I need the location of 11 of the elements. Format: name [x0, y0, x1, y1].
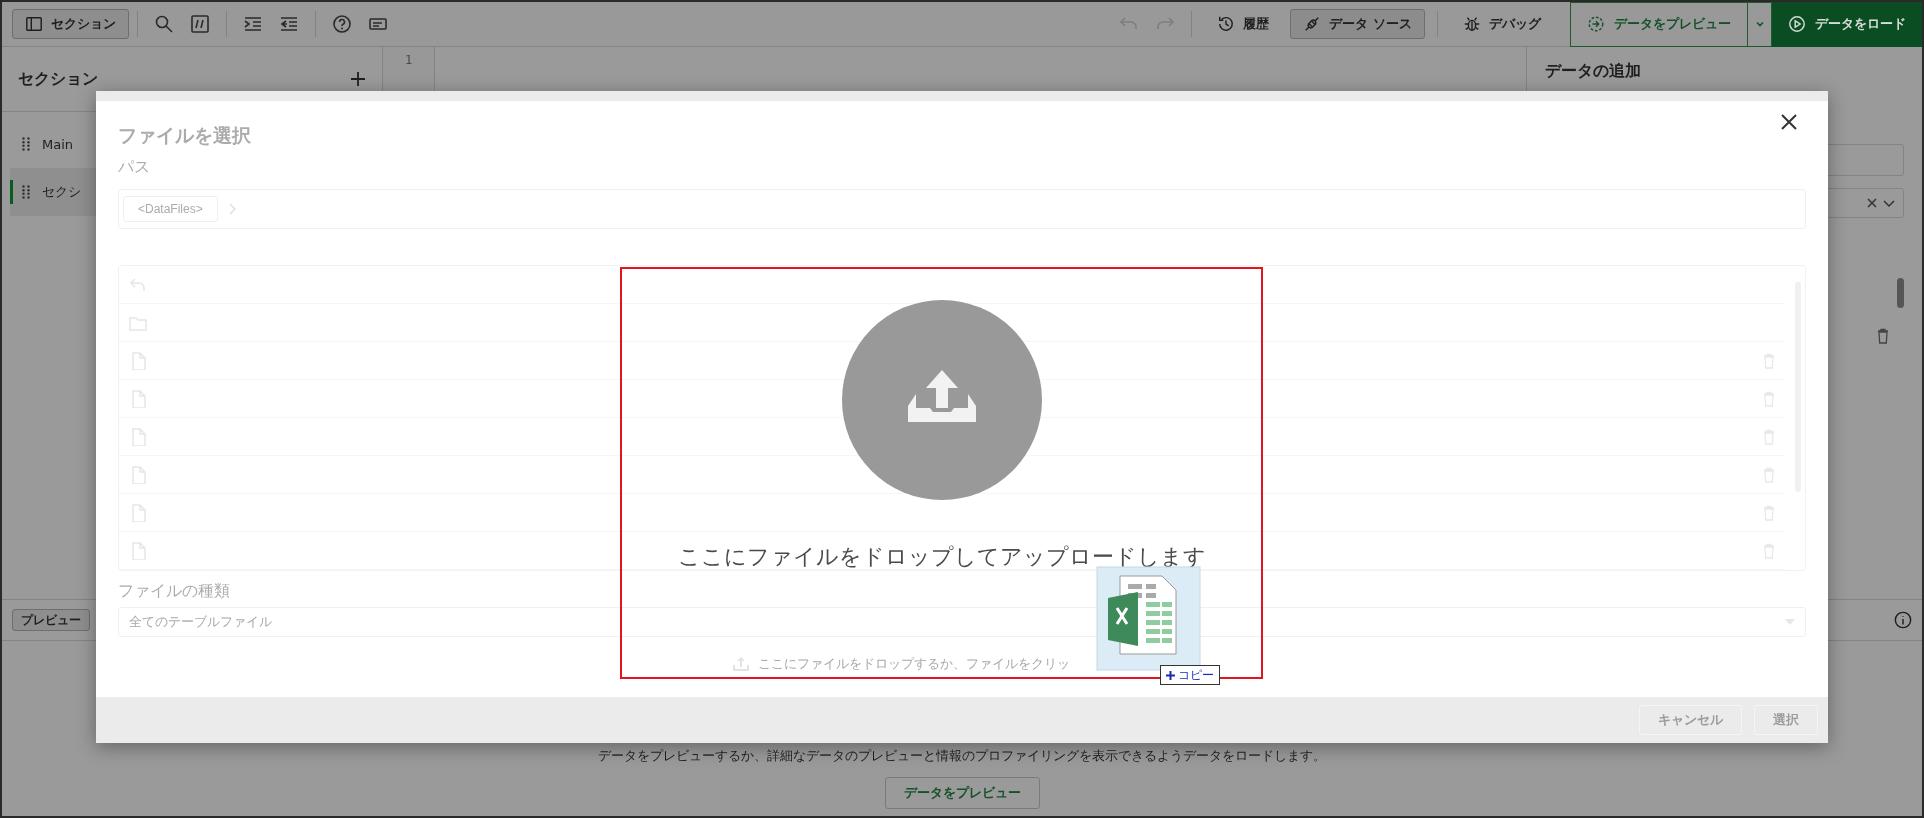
section-label: セクシ	[42, 183, 81, 201]
sections-title: セクション	[18, 68, 98, 90]
section-label: Main	[42, 136, 74, 152]
file-type-label: ファイルの種類	[118, 581, 230, 602]
dialog-title: ファイルを選択	[118, 123, 251, 148]
add-data-title: データの追加	[1545, 61, 1642, 82]
preview-message: データをプレビューするか、詳細なデータのプレビューと情報のプロファイリングを表示できるようデータをロードします。	[597, 747, 1327, 765]
copy-badge: コピー	[1160, 665, 1220, 685]
path-label: パス	[118, 157, 150, 178]
line-number: 1	[403, 53, 414, 67]
drop-message: ここにファイルをドロップしてアップロードします	[677, 543, 1206, 571]
